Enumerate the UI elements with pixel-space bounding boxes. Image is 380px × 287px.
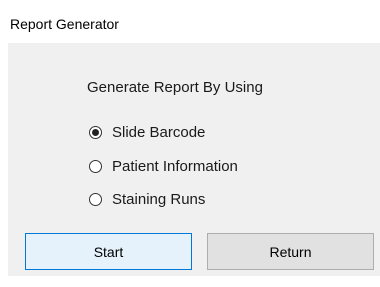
start-button[interactable]: Start (25, 233, 192, 270)
title-bar[interactable]: Report Generator (0, 0, 380, 43)
radio-slide-barcode-label[interactable]: Slide Barcode (112, 124, 205, 141)
window-title: Report Generator (10, 16, 119, 32)
radio-button-icon[interactable] (89, 192, 102, 206)
dialog-client-area: Generate Report By Using Slide Barcode P… (8, 43, 380, 276)
radio-selected-dot (92, 128, 99, 136)
radio-staining-runs[interactable]: Staining Runs (89, 188, 205, 210)
radio-patient-information[interactable]: Patient Information (89, 155, 238, 177)
report-by-label: Generate Report By Using (87, 79, 263, 96)
radio-button-icon[interactable] (89, 125, 102, 139)
radio-patient-information-label[interactable]: Patient Information (112, 158, 238, 175)
radio-staining-runs-label[interactable]: Staining Runs (112, 191, 205, 208)
return-button[interactable]: Return (207, 233, 374, 270)
report-generator-window: Report Generator Generate Report By Usin… (0, 0, 380, 287)
radio-slide-barcode[interactable]: Slide Barcode (89, 121, 205, 143)
radio-button-icon[interactable] (89, 159, 102, 173)
window-bottom-edge (0, 276, 380, 287)
